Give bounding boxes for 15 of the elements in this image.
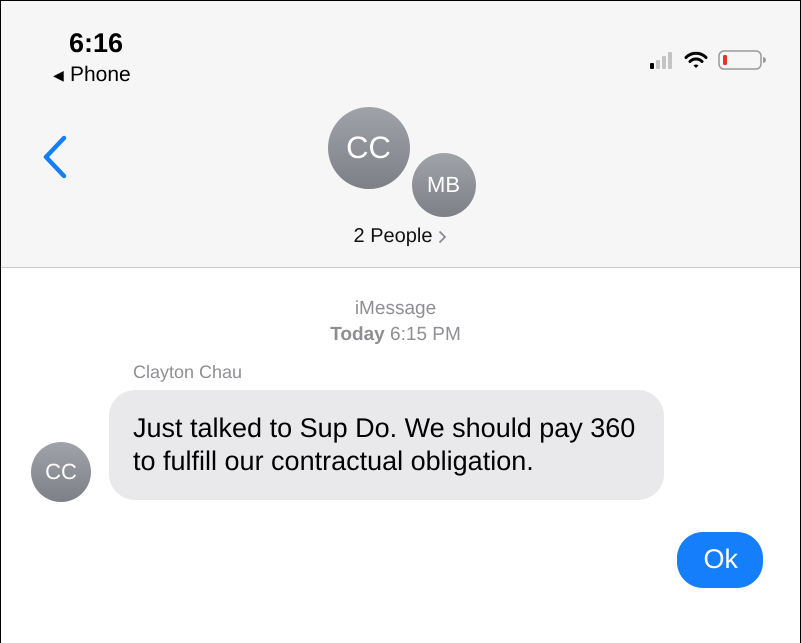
sender-name: Clayton Chau xyxy=(133,362,244,383)
wifi-icon xyxy=(684,51,708,69)
battery-icon xyxy=(718,50,766,70)
incoming-message: Just talked to Sup Do. We should pay 360 to fulfill our contractual obligation. xyxy=(109,390,664,500)
outgoing-message: Ok xyxy=(677,532,763,588)
clock-time: 6:16 xyxy=(68,27,124,59)
sender-avatar: CC xyxy=(31,442,91,502)
service-label: iMessage xyxy=(354,297,436,321)
group-details-link[interactable]: 2 People xyxy=(354,225,448,248)
contact-avatar: MB xyxy=(412,153,476,217)
back-to-app-link[interactable]: ◀ Phone xyxy=(53,59,131,87)
contact-avatar: CC xyxy=(328,107,410,189)
chevron-right-icon xyxy=(438,230,448,244)
cellular-signal-icon xyxy=(650,51,674,69)
message-timestamp: Today 6:15 PM xyxy=(330,323,461,347)
